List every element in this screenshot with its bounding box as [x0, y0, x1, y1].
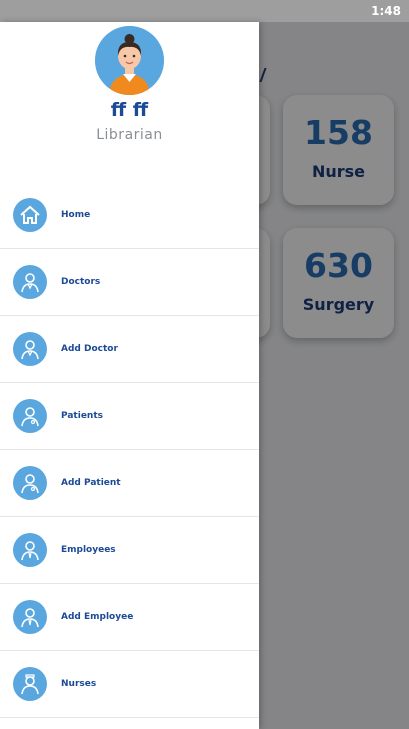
menu-item-patients[interactable]: Patients: [0, 383, 259, 450]
employee-icon: [13, 533, 47, 567]
menu-label: Doctors: [61, 277, 101, 287]
menu-label: Employees: [61, 545, 116, 555]
status-time: 1:48: [371, 4, 401, 18]
menu-label: Home: [61, 210, 91, 220]
status-bar: 1:48: [0, 0, 409, 22]
menu-item-add-employee[interactable]: Add Employee: [0, 584, 259, 651]
employee-icon: [13, 600, 47, 634]
menu-item-doctors[interactable]: Doctors: [0, 249, 259, 316]
menu-item-add-patient[interactable]: Add Patient: [0, 450, 259, 517]
menu-label: Add Doctor: [61, 344, 118, 354]
nurse-icon: [13, 667, 47, 701]
user-avatar-icon: [95, 26, 164, 95]
drawer-menu: Home Doctors Add Doctor Patients Add Pat…: [0, 182, 259, 718]
menu-item-add-doctor[interactable]: Add Doctor: [0, 316, 259, 383]
user-name: ff ff: [110, 99, 149, 121]
menu-label: Add Patient: [61, 478, 121, 488]
patient-icon: [13, 466, 47, 500]
doctor-icon: [13, 332, 47, 366]
menu-item-nurses[interactable]: Nurses: [0, 651, 259, 718]
menu-item-employees[interactable]: Employees: [0, 517, 259, 584]
menu-label: Patients: [61, 411, 103, 421]
patient-icon: [13, 399, 47, 433]
menu-label: Add Employee: [61, 612, 134, 622]
avatar[interactable]: [95, 26, 164, 95]
navigation-drawer: ff ff Librarian Home Doctors Add Doctor …: [0, 22, 259, 729]
user-role: Librarian: [96, 127, 163, 143]
home-icon: [13, 198, 47, 232]
menu-label: Nurses: [61, 679, 97, 689]
menu-item-home[interactable]: Home: [0, 182, 259, 249]
doctor-icon: [13, 265, 47, 299]
